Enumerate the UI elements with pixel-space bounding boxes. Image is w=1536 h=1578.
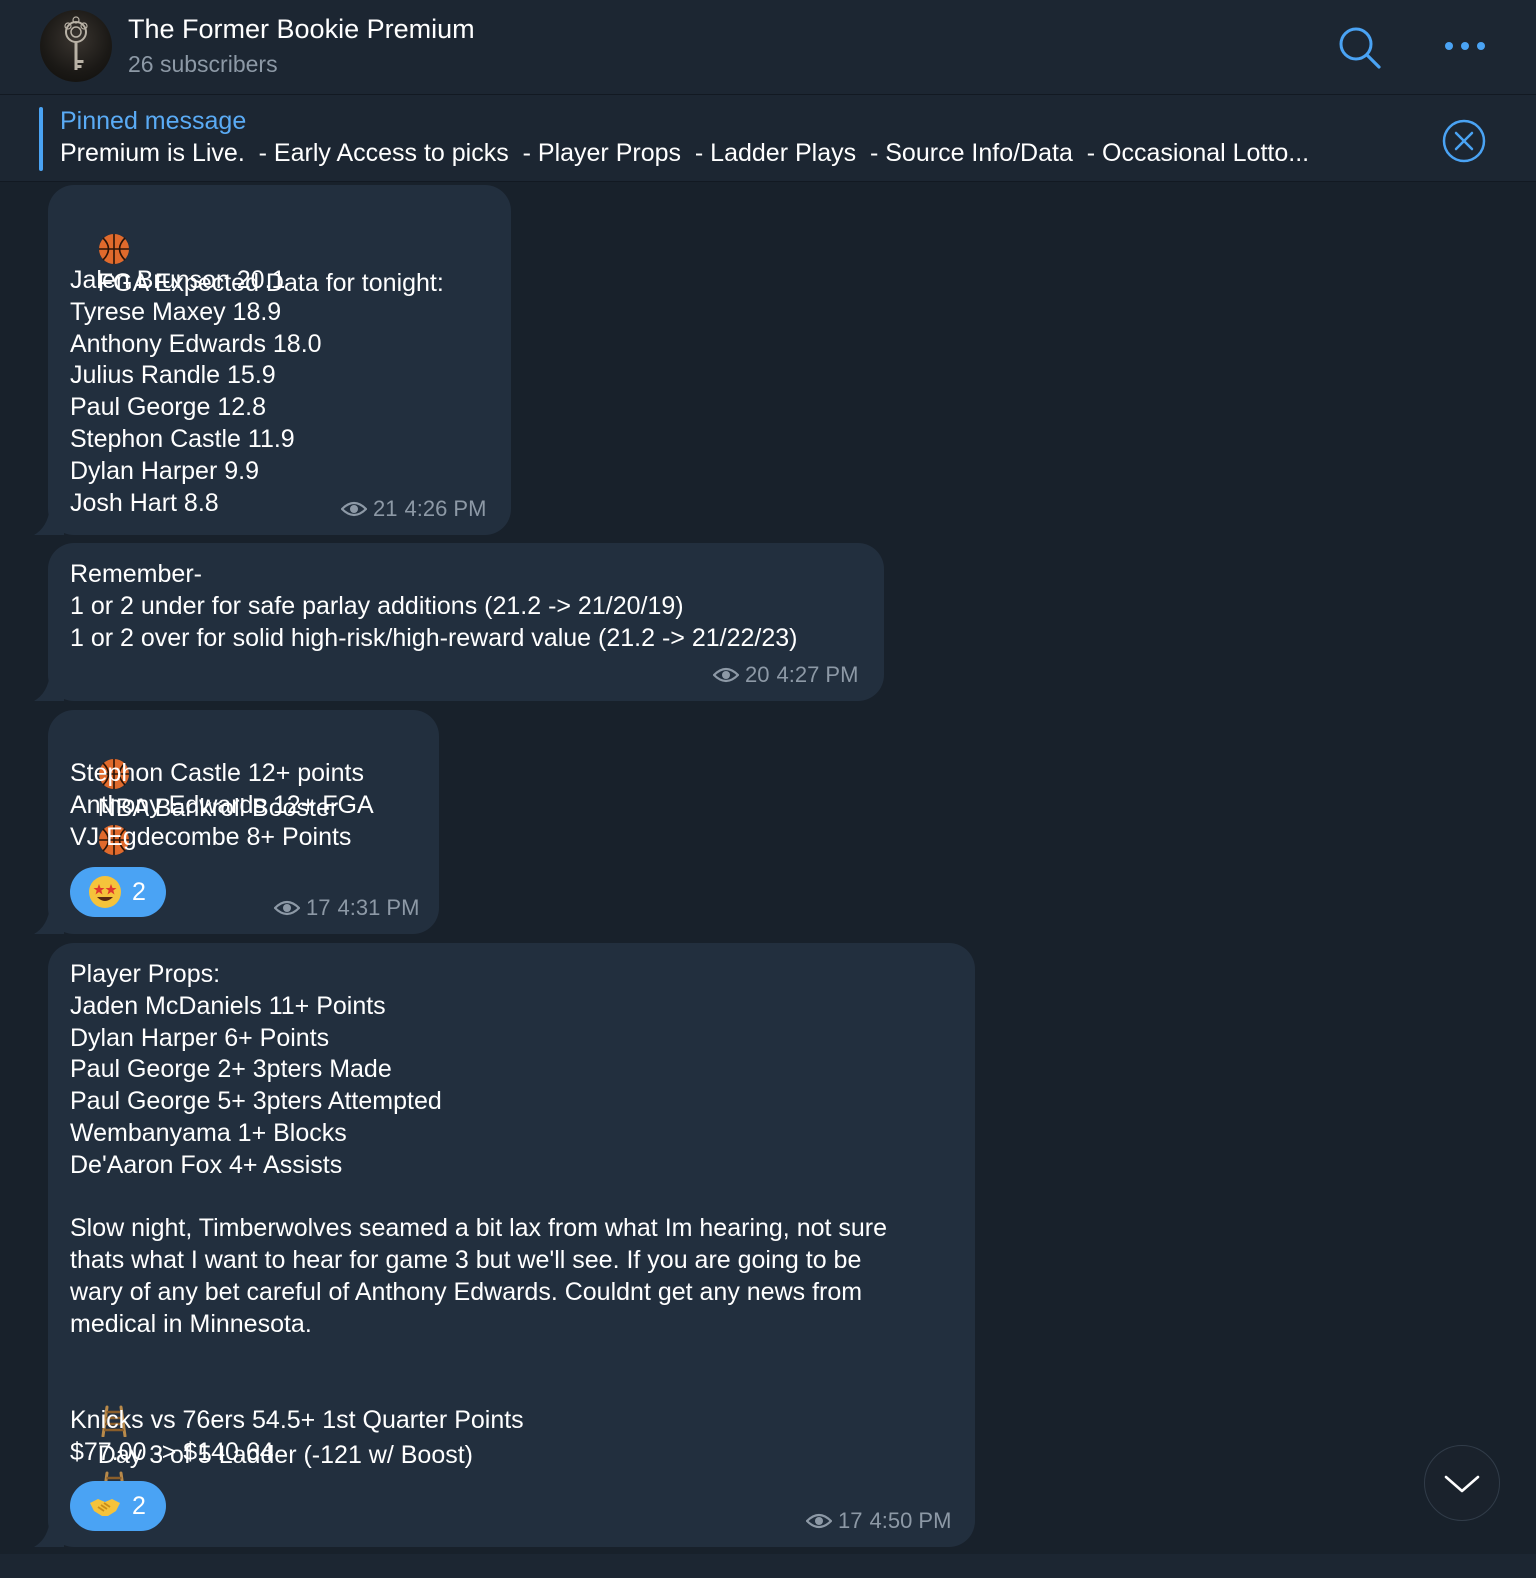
message-time: 4:27 PM bbox=[776, 662, 859, 687]
bubble-tail bbox=[34, 906, 64, 934]
message-meta: 17 4:50 PM bbox=[806, 1508, 951, 1534]
pinned-text: Premium is Live. - Early Access to picks… bbox=[60, 139, 1310, 167]
views-eye-icon bbox=[806, 1513, 832, 1529]
star-struck-emoji-icon bbox=[89, 876, 121, 908]
composer-bar bbox=[0, 1554, 1536, 1578]
message-bubble[interactable]: FGA Expected Data for tonight: Jalen Bru… bbox=[34, 185, 511, 535]
view-count: 20 bbox=[745, 662, 770, 687]
message-meta: 17 4:31 PM bbox=[274, 895, 419, 921]
reaction-chip[interactable]: 2 bbox=[70, 1481, 166, 1531]
search-button[interactable] bbox=[1336, 24, 1382, 70]
views-eye-icon bbox=[274, 900, 300, 916]
search-icon bbox=[1339, 27, 1381, 69]
view-count: 17 bbox=[306, 895, 331, 920]
close-circle-icon bbox=[1442, 119, 1486, 163]
channel-title[interactable]: The Former Bookie Premium bbox=[128, 14, 475, 45]
view-count: 17 bbox=[838, 1508, 863, 1533]
more-options-icon bbox=[1445, 42, 1485, 50]
basketball-emoji-icon bbox=[98, 233, 129, 264]
more-options-button[interactable] bbox=[1440, 26, 1490, 66]
channel-header: The Former Bookie Premium 26 subscribers bbox=[0, 0, 1536, 95]
message-bubble[interactable]: Remember- 1 or 2 under for safe parlay a… bbox=[34, 543, 884, 701]
message-text-tail: Knicks vs 76ers 54.5+ 1st Quarter Points… bbox=[70, 1406, 524, 1466]
reaction-chip[interactable]: 2 bbox=[70, 867, 166, 917]
scroll-to-bottom-button[interactable] bbox=[1424, 1445, 1500, 1521]
handshake-emoji-icon bbox=[90, 1499, 120, 1516]
message-bubble[interactable]: NBA Bankroll Booster Stephon Castle 12+ … bbox=[34, 710, 439, 934]
bubble-tail bbox=[34, 507, 64, 535]
pinned-indicator bbox=[39, 107, 43, 171]
reaction-count: 2 bbox=[132, 1491, 146, 1520]
subscriber-count: 26 subscribers bbox=[128, 51, 278, 77]
reaction-count: 2 bbox=[132, 877, 146, 906]
message-time: 4:26 PM bbox=[404, 496, 487, 521]
message-text: Stephon Castle 12+ points Anthony Edward… bbox=[70, 759, 374, 851]
channel-avatar[interactable] bbox=[40, 10, 112, 82]
bubble-tail bbox=[34, 1519, 64, 1547]
close-pinned-button[interactable] bbox=[1441, 118, 1487, 164]
view-count: 21 bbox=[373, 496, 398, 521]
message-bubble[interactable]: Player Props: Jaden McDaniels 11+ Points… bbox=[34, 943, 975, 1547]
message-meta: 21 4:26 PM bbox=[341, 496, 486, 522]
views-eye-icon bbox=[341, 501, 367, 517]
message-meta: 20 4:27 PM bbox=[713, 662, 858, 688]
message-text: Remember- 1 or 2 under for safe parlay a… bbox=[70, 560, 798, 652]
pinned-message-bar[interactable]: Pinned message Premium is Live. - Early … bbox=[0, 95, 1536, 182]
message-text: Jalen Brunson 20.1 Tyrese Maxey 18.9 Ant… bbox=[70, 266, 322, 517]
message-time: 4:50 PM bbox=[869, 1508, 952, 1533]
views-eye-icon bbox=[713, 667, 739, 683]
message-text: Player Props: Jaden McDaniels 11+ Points… bbox=[70, 960, 888, 1338]
message-time: 4:31 PM bbox=[337, 895, 420, 920]
pinned-title: Pinned message bbox=[60, 107, 247, 135]
chevron-down-icon bbox=[1444, 1475, 1480, 1493]
key-logo-icon bbox=[64, 16, 88, 70]
bubble-tail bbox=[34, 673, 64, 701]
